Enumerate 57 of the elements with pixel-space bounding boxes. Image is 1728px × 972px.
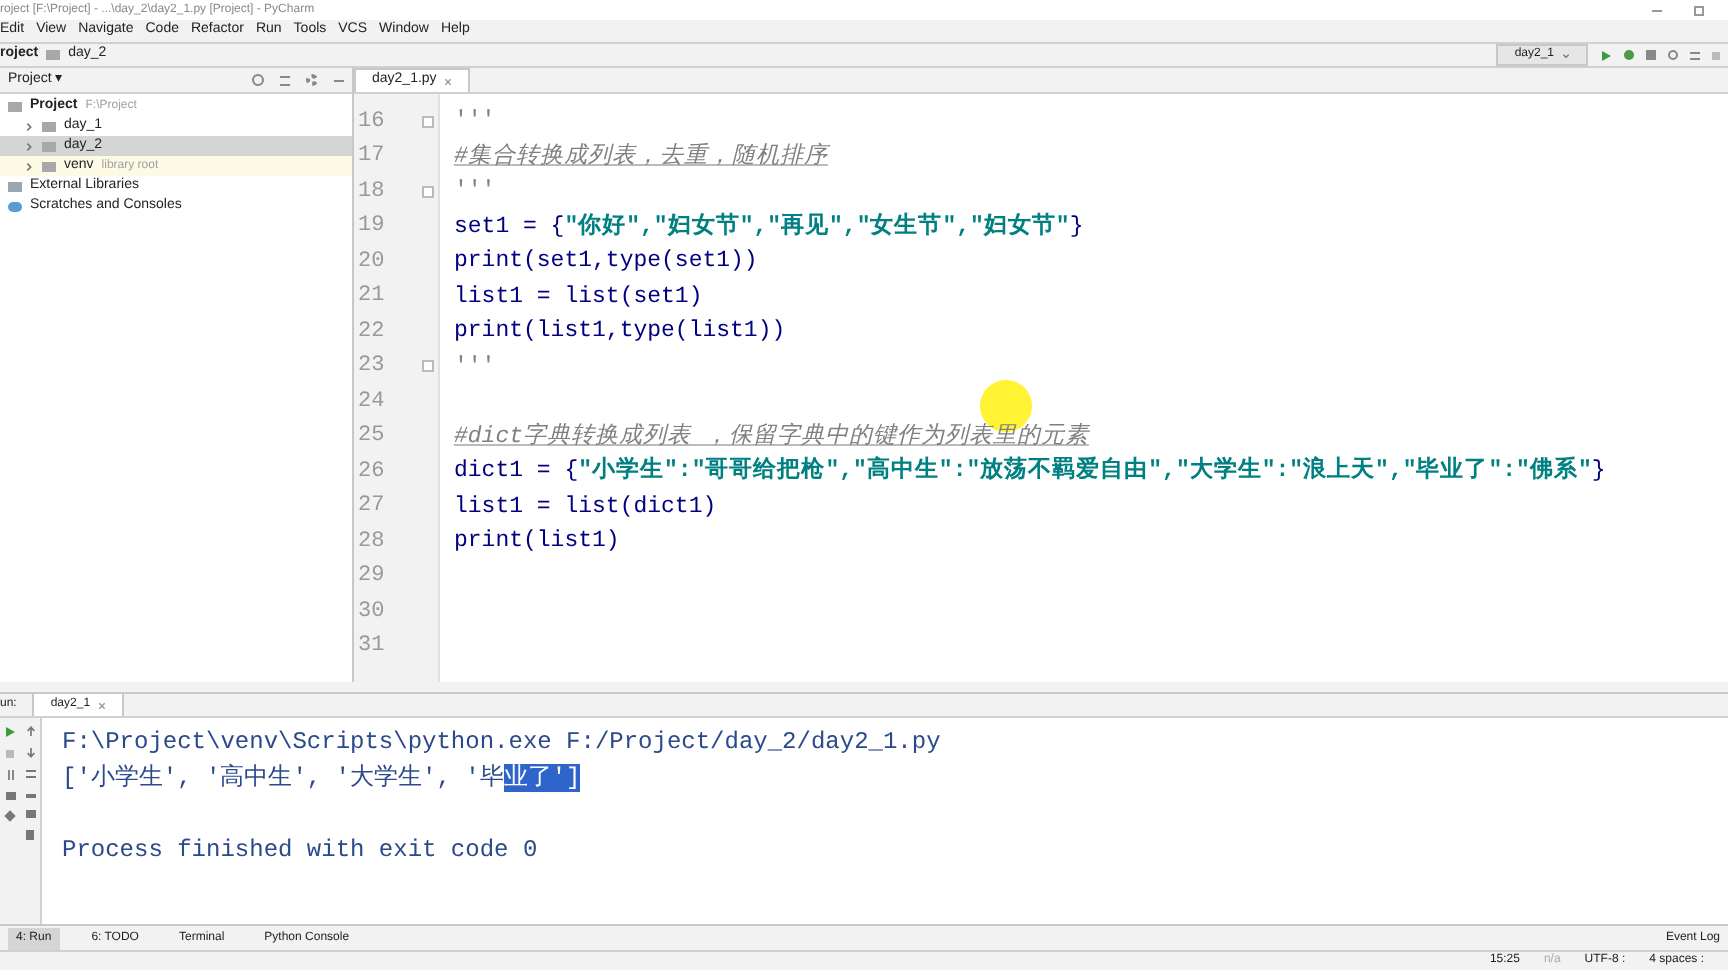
fold-icon[interactable] (422, 360, 434, 373)
caret-icon[interactable] (1562, 51, 1570, 59)
code-line: #集合转换成列表，去重，随机排序 (454, 140, 828, 174)
fold-icon[interactable] (422, 115, 434, 128)
code-line: #dict字典转换成列表 ，保留字典中的键作为列表里的元素 (454, 420, 1089, 454)
code-line: dict1 = {"小学生":"哥哥给把枪","高中生":"放荡不羁爱自由","大学生":"浪上天","毕业了":"佛系"} (454, 454, 1606, 489)
stop-icon[interactable] (1712, 51, 1720, 59)
line-number: 19 (358, 212, 385, 242)
line-number: 27 (358, 492, 385, 522)
line-number: 22 (358, 317, 385, 347)
scroll-icon[interactable] (25, 790, 35, 798)
maximize-icon[interactable] (1694, 5, 1704, 15)
concurrency-icon[interactable] (1690, 51, 1700, 59)
line-number: 25 (358, 422, 385, 452)
line-number: 18 (358, 177, 385, 207)
code-line: print(set1,type(set1)) (454, 246, 758, 279)
target-icon[interactable] (252, 74, 264, 86)
folder-icon (8, 101, 22, 111)
line-number: 23 (358, 352, 385, 382)
close-icon[interactable] (98, 701, 107, 709)
line-number: 28 (358, 527, 385, 557)
line-number: 24 (358, 387, 385, 417)
code-line: set1 = {"你好","妇女节","再见","女生节","妇女节"} (454, 210, 1084, 244)
code-line: list1 = list(set1) (454, 281, 703, 314)
rerun-icon[interactable] (4, 726, 16, 738)
settings-icon[interactable] (306, 74, 318, 86)
code-line: ''' (454, 176, 496, 209)
profile-icon[interactable] (1668, 50, 1678, 60)
console-line: Process finished with exit code 0 (62, 834, 538, 868)
pause-icon[interactable] (7, 770, 13, 780)
line-number: 26 (358, 457, 385, 487)
pin-icon[interactable] (4, 810, 16, 822)
console-line: F:\Project\venv\Scripts\python.exe F:/Project/day_2/day2_1.py (62, 726, 941, 760)
fold-icon[interactable] (422, 185, 434, 198)
code-line: ''' (454, 351, 496, 384)
line-number: 29 (358, 562, 385, 592)
code-line: print(list1) (454, 526, 620, 559)
up-arrow-icon[interactable] (25, 726, 35, 736)
line-number: 31 (358, 632, 385, 662)
down-arrow-icon[interactable] (25, 748, 35, 758)
close-icon[interactable] (444, 77, 453, 85)
collapse-icon[interactable] (280, 75, 290, 85)
minimize-icon[interactable] (1652, 9, 1662, 11)
line-number: 30 (358, 597, 385, 627)
code-line: list1 = list(dict1) (454, 491, 717, 524)
run-icon[interactable] (1600, 49, 1612, 61)
line-number: 17 (358, 142, 385, 172)
minimize-icon[interactable] (334, 79, 344, 81)
wrap-icon[interactable] (25, 770, 35, 778)
line-number: 20 (358, 247, 385, 277)
code-line: ''' (454, 106, 496, 139)
line-number: 21 (358, 282, 385, 312)
console-line: ['小学生', '高中生', '大学生', '毕业了'] (62, 761, 581, 796)
debug-icon[interactable] (1624, 50, 1634, 60)
folder-icon (46, 50, 61, 60)
code-line: print(list1,type(list1)) (454, 316, 786, 349)
line-number: 16 (358, 107, 385, 137)
